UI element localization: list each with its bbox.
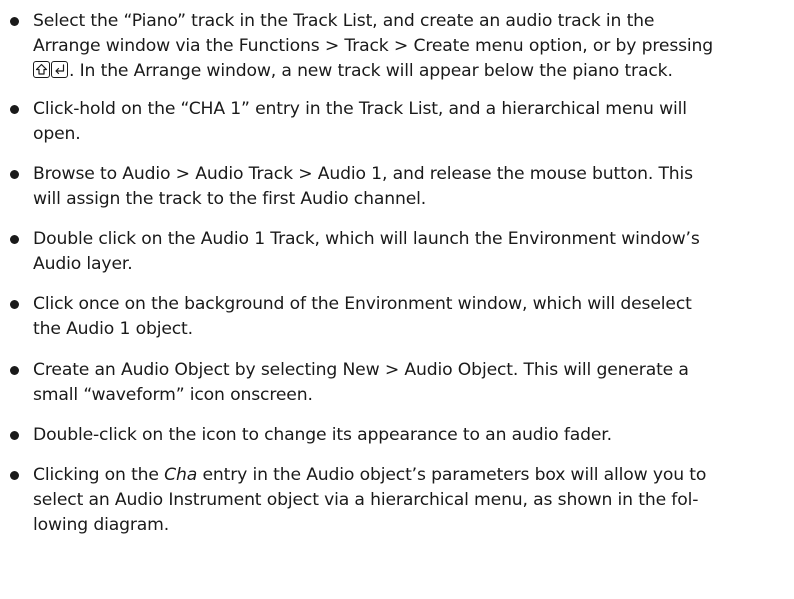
return-key-icon: [51, 61, 68, 78]
bullet-text-line: Double-click on the icon to change its a…: [33, 425, 612, 445]
bullet-icon: [10, 17, 19, 26]
bullet-icon: [10, 170, 19, 179]
bullet-text-post: entry in the Audio object’s parameters b…: [197, 465, 707, 485]
bullet-icon: [10, 300, 19, 309]
bullet-text-line: small “waveform” icon onscreen.: [33, 385, 313, 405]
bullet-text-line: the Audio 1 object.: [33, 319, 193, 339]
bullet-text-line-with-keys: . In the Arrange window, a new track wil…: [33, 59, 673, 83]
bullet-icon: [10, 431, 19, 440]
bullet-text-line: open.: [33, 124, 81, 144]
bullet-text-line: Click-hold on the “CHA 1” entry in the T…: [33, 99, 687, 119]
bullet-text-pre: Clicking on the: [33, 465, 165, 485]
bullet-text-line: Audio layer.: [33, 254, 133, 274]
bullet-text-line: Browse to Audio > Audio Track > Audio 1,…: [33, 164, 693, 184]
bullet-icon: [10, 471, 19, 480]
bullet-icon: [10, 235, 19, 244]
bullet-text-line: Create an Audio Object by selecting New …: [33, 360, 689, 380]
bullet-text-line: lowing diagram.: [33, 515, 170, 535]
bullet-text-line: Click once on the background of the Envi…: [33, 294, 692, 314]
bullet-text-line: will assign the track to the first Audio…: [33, 189, 427, 209]
bullet-icon: [10, 366, 19, 375]
bullet-text-line: Select the “Piano” track in the Track Li…: [33, 11, 655, 31]
bullet-text-tail: . In the Arrange window, a new track wil…: [69, 61, 673, 81]
bullet-text-line: select an Audio Instrument object via a …: [33, 490, 699, 510]
bullet-text-line-with-emphasis: Clicking on the Cha entry in the Audio o…: [33, 463, 706, 487]
document-page: Select the “Piano” track in the Track Li…: [0, 0, 794, 599]
cha-emphasis: Cha: [164, 465, 198, 485]
bullet-text-line: Arrange window via the Functions > Track…: [33, 36, 714, 56]
bullet-text-line: Double click on the Audio 1 Track, which…: [33, 229, 700, 249]
bullet-icon: [10, 105, 19, 114]
shift-key-icon: [33, 61, 50, 78]
